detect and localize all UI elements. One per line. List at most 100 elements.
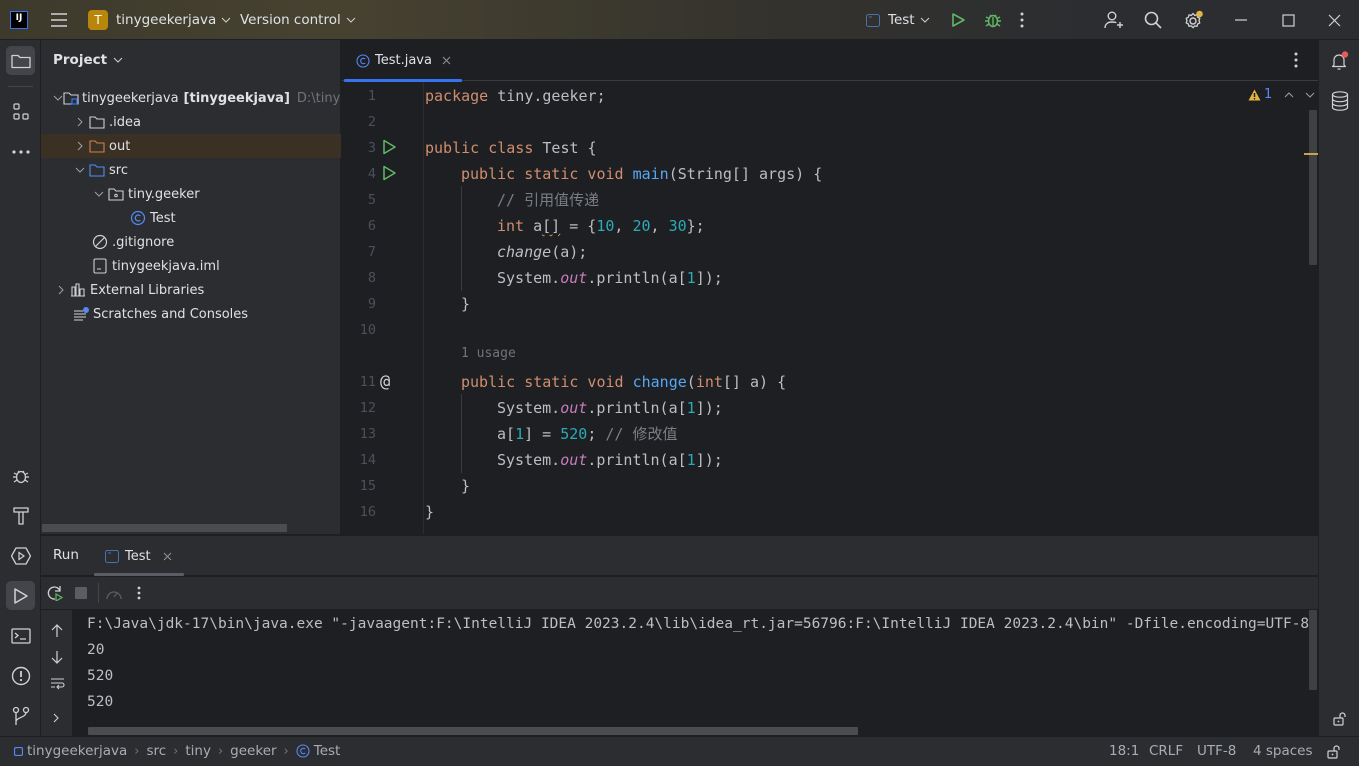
run-button[interactable] xyxy=(950,0,966,40)
tree-item-external-libraries[interactable]: External Libraries xyxy=(41,278,341,302)
project-view-selector[interactable]: Project xyxy=(53,52,123,68)
search-button[interactable] xyxy=(1144,0,1162,40)
search-icon xyxy=(1144,11,1162,29)
scroll-down-button[interactable] xyxy=(51,650,63,664)
line-number: 9 xyxy=(367,296,376,312)
code-editor[interactable]: 1 2 3 4 5 6 7 8 9 10 11 12 13 14 15 16 @… xyxy=(342,82,1318,534)
close-tab-icon[interactable] xyxy=(163,552,172,561)
settings-button[interactable] xyxy=(1184,0,1204,40)
gutter-run-main-button[interactable] xyxy=(382,165,397,181)
editor-vertical-scrollbar[interactable] xyxy=(1309,110,1317,265)
indent-setting[interactable]: 4 spaces xyxy=(1253,743,1313,759)
editor-tab-options-button[interactable] xyxy=(1294,52,1298,68)
usage-inlay-hint[interactable]: 1 usage xyxy=(461,346,516,361)
chevron-down-icon[interactable] xyxy=(72,167,88,173)
breadcrumb-src[interactable]: src xyxy=(146,743,166,759)
console-line-command: F:\Java\jdk-17\bin\java.exe "-javaagent:… xyxy=(87,616,1310,632)
read-only-toggle[interactable] xyxy=(1325,704,1354,733)
chevron-right-icon[interactable] xyxy=(72,141,88,151)
tree-item-root[interactable]: tinygeekerjava [tinygeekjava] D:\tinygee… xyxy=(41,86,341,110)
minimize-window-button[interactable] xyxy=(1234,0,1248,40)
inspection-widget[interactable]: 1 xyxy=(1248,87,1315,102)
tree-item-out[interactable]: out xyxy=(41,134,341,158)
tool-window-terminal[interactable] xyxy=(6,621,35,650)
run-config-window-icon xyxy=(866,13,880,27)
problems-icon xyxy=(11,666,30,685)
run-config-selector[interactable]: Test xyxy=(866,0,930,40)
code-line-11: public static void change(int[] a) { xyxy=(461,373,787,391)
close-tab-icon[interactable] xyxy=(442,56,451,65)
chevron-down-icon xyxy=(920,17,929,23)
notifications-button[interactable] xyxy=(1325,46,1354,75)
editor-tab-test-java[interactable]: Test.java xyxy=(342,40,462,82)
tool-window-project[interactable] xyxy=(6,46,35,75)
breadcrumb-test[interactable]: Test xyxy=(296,743,340,759)
gutter-run-class-button[interactable] xyxy=(382,139,397,155)
app-logo[interactable]: IJ xyxy=(10,0,28,40)
console-output[interactable]: F:\Java\jdk-17\bin\java.exe "-javaagent:… xyxy=(74,610,1318,736)
file-lock-toggle[interactable] xyxy=(1327,745,1341,759)
project-switcher[interactable]: T tinygeekerjava xyxy=(88,0,231,40)
console-vertical-scrollbar[interactable] xyxy=(1309,610,1317,690)
chevron-right-icon xyxy=(53,713,59,723)
rerun-button[interactable] xyxy=(47,585,63,601)
gutter-implementation-marker[interactable]: @ xyxy=(380,372,390,392)
tree-item-package[interactable]: tiny.geeker xyxy=(41,182,341,206)
tool-window-build[interactable] xyxy=(6,501,35,530)
expand-toolbar-button[interactable] xyxy=(53,713,59,723)
profiler-button[interactable] xyxy=(105,585,123,601)
breadcrumb-geeker[interactable]: geeker xyxy=(230,743,276,759)
project-tool-window: Project tinygeekerjava [tinygeekjava] D:… xyxy=(41,40,341,534)
run-more-button[interactable] xyxy=(137,586,141,600)
chevron-down-icon[interactable] xyxy=(1305,92,1315,98)
tool-window-debug[interactable] xyxy=(6,461,35,490)
code-line-15: } xyxy=(461,477,471,495)
tree-item-scratches[interactable]: Scratches and Consoles xyxy=(41,302,341,326)
soft-wrap-button[interactable] xyxy=(50,677,65,690)
code-line-7: change(a); xyxy=(497,243,588,261)
run-icon xyxy=(13,587,28,604)
version-control-menu[interactable]: Version control xyxy=(240,0,356,40)
file-encoding[interactable]: UTF-8 xyxy=(1197,743,1236,759)
tree-item-idea[interactable]: .idea xyxy=(41,110,341,134)
chevron-down-icon[interactable] xyxy=(91,191,107,197)
tree-item-gitignore[interactable]: .gitignore xyxy=(41,230,341,254)
run-tab-test[interactable]: Test xyxy=(105,536,172,576)
more-actions-button[interactable] xyxy=(1020,0,1024,40)
gutter-separator xyxy=(423,82,424,534)
breadcrumb-project[interactable]: tinygeekerjava xyxy=(14,743,127,759)
database-button[interactable] xyxy=(1325,86,1354,115)
close-window-button[interactable] xyxy=(1328,0,1341,40)
tool-window-git[interactable] xyxy=(6,701,35,730)
chevron-up-icon[interactable] xyxy=(1284,91,1294,98)
maximize-window-button[interactable] xyxy=(1282,0,1295,40)
caret-position[interactable]: 18:1 xyxy=(1109,743,1139,759)
warning-stripe-marker[interactable] xyxy=(1304,153,1318,155)
tree-item-iml[interactable]: tinygeekjava.iml xyxy=(41,254,341,278)
debug-button[interactable] xyxy=(984,0,1002,40)
tree-item-src[interactable]: src xyxy=(41,158,341,182)
line-separator[interactable]: CRLF xyxy=(1149,743,1183,759)
run-icon xyxy=(383,165,396,181)
code-line-13: a[1] = 520; // 修改值 xyxy=(497,425,678,443)
chevron-down-icon[interactable] xyxy=(53,95,63,101)
code-with-me-button[interactable] xyxy=(1104,0,1124,40)
package-icon xyxy=(107,187,125,201)
tree-item-test-class[interactable]: Test xyxy=(41,206,341,230)
tool-window-problems[interactable] xyxy=(6,661,35,690)
console-horizontal-scrollbar[interactable] xyxy=(88,727,858,735)
scroll-up-button[interactable] xyxy=(51,624,63,638)
breadcrumb-separator-icon: › xyxy=(134,743,140,759)
status-bar: tinygeekerjava › src › tiny › geeker › T… xyxy=(0,736,1359,766)
tool-window-run[interactable] xyxy=(6,581,35,610)
tool-window-structure[interactable] xyxy=(6,97,35,126)
breadcrumb-tiny[interactable]: tiny xyxy=(185,743,211,759)
chevron-right-icon[interactable] xyxy=(72,117,88,127)
tool-window-services[interactable] xyxy=(6,541,35,570)
tool-window-more[interactable] xyxy=(6,137,35,166)
stop-button[interactable] xyxy=(75,587,87,599)
code-line-16: } xyxy=(425,503,435,521)
main-menu-button[interactable] xyxy=(50,0,68,40)
project-horizontal-scrollbar[interactable] xyxy=(42,524,287,532)
chevron-right-icon[interactable] xyxy=(53,285,69,295)
